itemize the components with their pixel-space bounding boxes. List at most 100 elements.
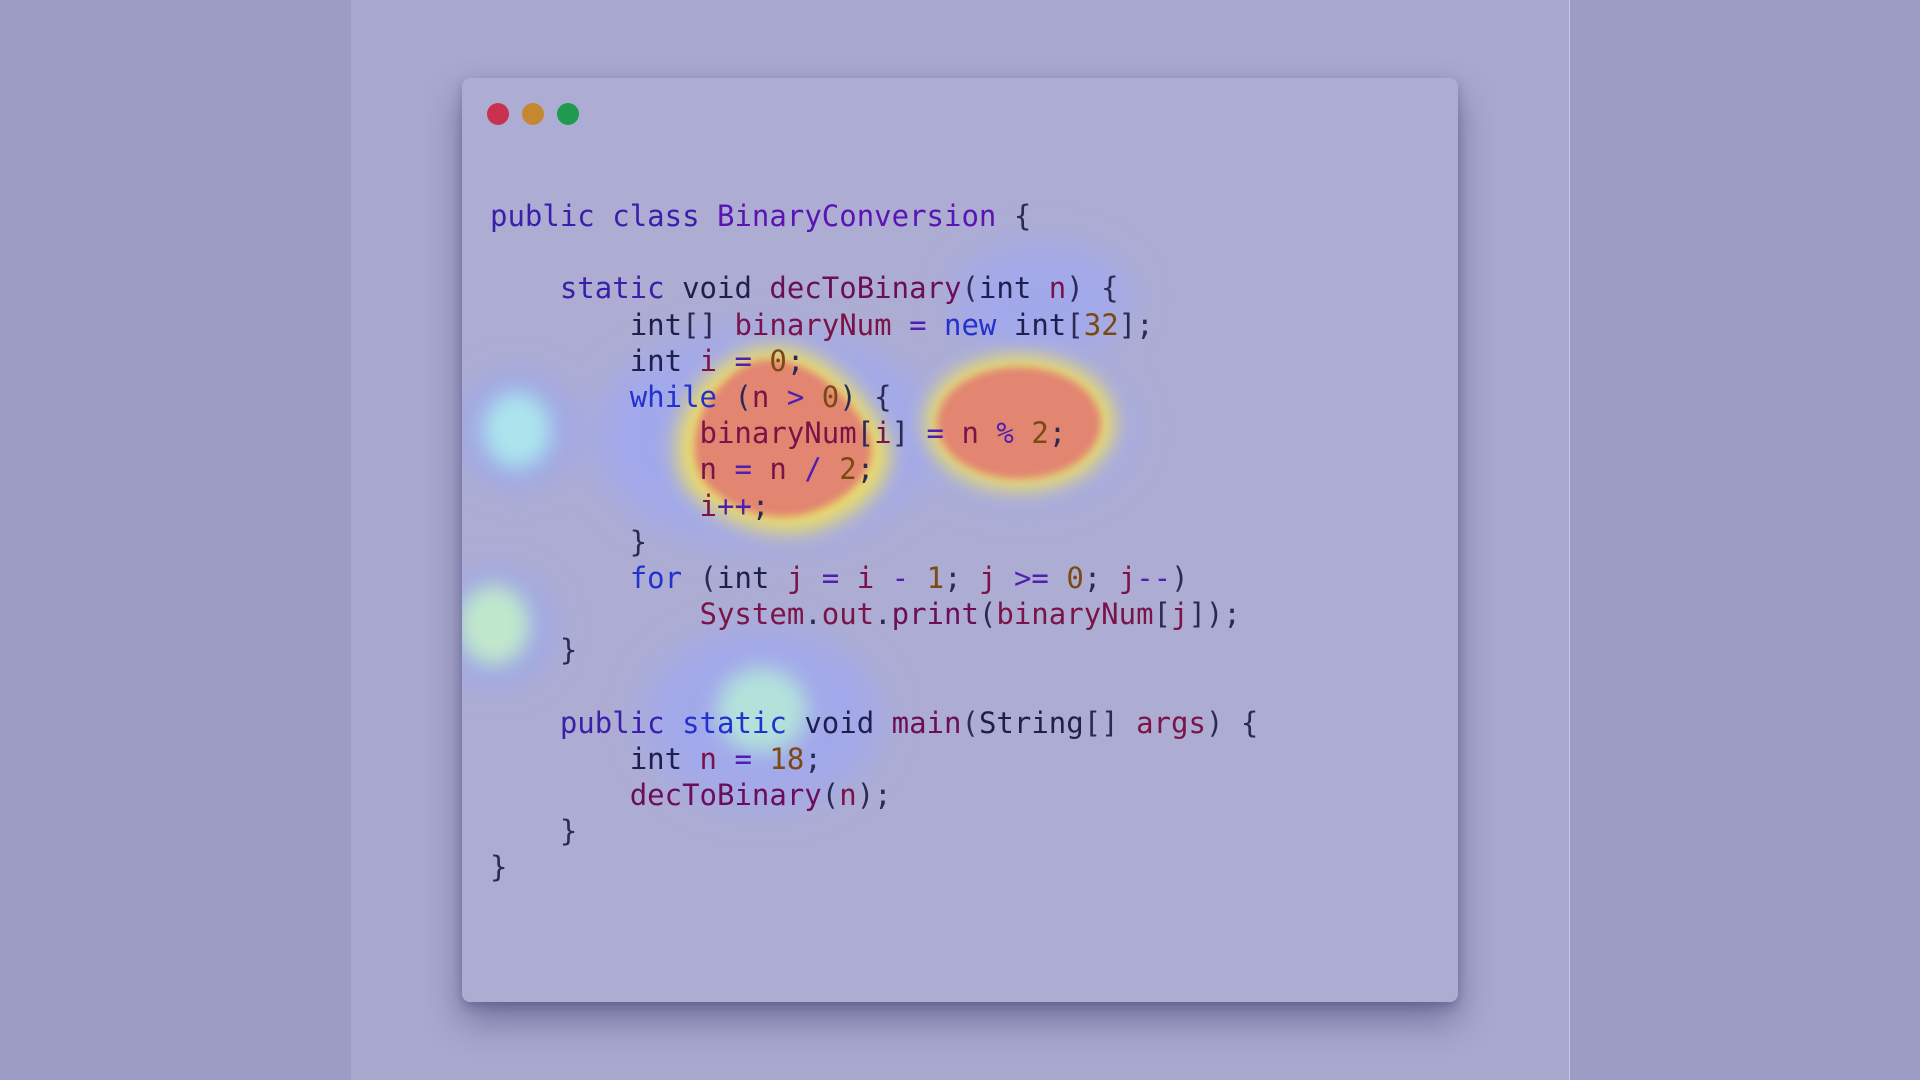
code-token: ++ — [716, 488, 752, 523]
code-token: decToBinary — [629, 778, 822, 812]
code-token: binaryNum — [699, 416, 857, 451]
code-token: i — [874, 416, 892, 451]
minimize-button[interactable] — [522, 103, 544, 125]
code-token: i — [699, 488, 717, 523]
code-token: 0 — [769, 343, 787, 378]
code-token: ( — [821, 778, 840, 812]
code-token: decToBinary — [769, 271, 962, 306]
code-token: ( — [682, 560, 717, 595]
code-token: ); — [856, 778, 892, 812]
code-token: = — [734, 741, 752, 776]
code-token: } — [490, 524, 648, 559]
code-token: n — [751, 379, 770, 414]
code-token: static — [682, 705, 787, 740]
code-token: = — [909, 307, 927, 342]
code-token: i — [699, 343, 718, 378]
code-token: [] — [682, 307, 735, 342]
code-token: args — [1136, 705, 1206, 740]
code-token: } — [490, 814, 578, 849]
code-token: >= — [1013, 560, 1049, 595]
code-token: j — [786, 560, 805, 595]
code-token: 0 — [821, 379, 840, 414]
code-token: n — [961, 416, 979, 451]
code-token: [ — [1153, 597, 1171, 632]
code-token: BinaryConversion — [717, 199, 997, 233]
code-token: i — [856, 560, 875, 595]
code-token: ; — [944, 560, 979, 595]
code-token: { — [996, 199, 1032, 233]
code-token: ) { — [839, 379, 892, 414]
code-token: ( — [717, 379, 752, 414]
code-token: ) — [1171, 560, 1189, 595]
code-token: void — [804, 705, 875, 740]
close-button[interactable] — [487, 103, 509, 125]
code-token: int — [717, 560, 770, 595]
code-line: static void decToBinary(int n) { — [490, 270, 1258, 306]
code-token: j — [1171, 597, 1189, 632]
code-line: } — [490, 632, 1258, 668]
code-line: } — [490, 849, 1258, 885]
code-token: System — [699, 597, 805, 632]
code-token: 18 — [769, 741, 805, 776]
code-token: n — [699, 452, 717, 487]
code-block: public class BinaryConversion { static v… — [490, 198, 1258, 886]
code-token: } — [490, 633, 578, 668]
code-token: 1 — [926, 560, 945, 595]
code-line: i++; — [490, 488, 1258, 524]
code-token: [ — [856, 416, 875, 451]
code-token: print — [891, 597, 979, 632]
code-token: [ — [1066, 307, 1084, 342]
code-token: while — [629, 379, 717, 414]
code-token: . — [804, 597, 822, 632]
code-token: binaryNum — [734, 307, 892, 342]
code-token: - — [891, 560, 910, 595]
code-token: out — [821, 597, 875, 632]
code-token: ) { — [1066, 271, 1119, 306]
code-token: ; — [856, 452, 875, 487]
code-token: int — [629, 307, 683, 342]
code-token: int — [1013, 307, 1067, 342]
code-line: public static void main(String[] args) { — [490, 705, 1258, 741]
code-token: n — [699, 741, 718, 776]
code-token: ( — [961, 271, 979, 306]
code-token: int — [629, 741, 683, 776]
code-token: ; — [1083, 560, 1119, 595]
code-line: int n = 18; — [490, 741, 1258, 777]
code-token: [] — [1083, 705, 1137, 740]
code-token: ( — [978, 597, 997, 632]
code-token: = — [734, 452, 752, 487]
code-line: System.out.print(binaryNum[j]); — [490, 596, 1258, 632]
code-token: ) { — [1205, 705, 1259, 740]
code-token: > — [786, 379, 805, 414]
code-token: 32 — [1083, 307, 1119, 342]
code-line: } — [490, 524, 1258, 560]
code-line: int i = 0; — [490, 343, 1258, 379]
code-token: int — [629, 343, 683, 378]
maximize-button[interactable] — [557, 103, 579, 125]
